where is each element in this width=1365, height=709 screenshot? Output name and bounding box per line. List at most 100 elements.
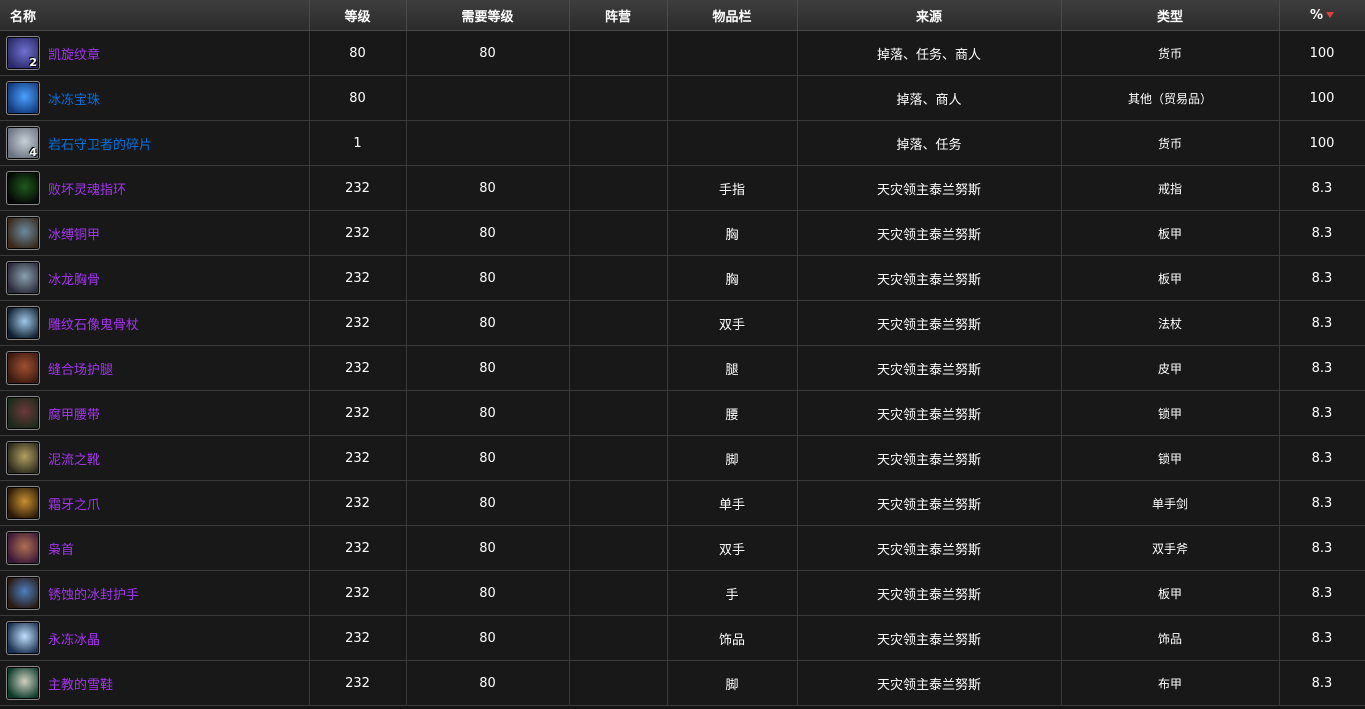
header-name[interactable]: 名称 xyxy=(0,0,310,31)
item-link[interactable]: 腐甲腰带 xyxy=(48,404,100,423)
name-wrap: 枭首 xyxy=(6,531,309,565)
item-link[interactable]: 冰缚铜甲 xyxy=(48,224,100,243)
table-row: 冰缚铜甲 232 80 胸天灾领主泰兰努斯 板甲 8.3 xyxy=(0,210,1365,256)
percent-cell: 8.3 xyxy=(1279,165,1365,211)
item-link[interactable]: 凯旋纹章 xyxy=(48,44,100,63)
source-cell: 天灾领主泰兰努斯 xyxy=(797,390,1062,436)
name-cell: 冰缚铜甲 xyxy=(0,210,310,256)
required-level-cell: 80 xyxy=(406,210,570,256)
side-cell xyxy=(569,75,668,121)
table-row: 永冻冰晶 232 80 饰品 天灾领主泰兰努斯 饰品 8.3 xyxy=(0,615,1365,661)
ring-icon[interactable] xyxy=(6,171,40,205)
item-link[interactable]: 泥流之靴 xyxy=(48,449,100,468)
item-link[interactable]: 冰冻宝珠 xyxy=(48,89,100,108)
table-row: 冰龙胸骨 232 80 胸天灾领主泰兰努斯 板甲 8.3 xyxy=(0,255,1365,301)
item-link[interactable]: 枭首 xyxy=(48,539,74,558)
stone-shard-icon[interactable]: 4 xyxy=(6,126,40,160)
type-cell: 单手剑 xyxy=(1061,480,1280,526)
header-slot[interactable]: 物品栏 xyxy=(667,0,798,31)
belt-icon[interactable] xyxy=(6,396,40,430)
slot-cell: 双手 xyxy=(667,300,798,346)
item-link[interactable]: 主教的雪鞋 xyxy=(48,674,113,693)
side-cell xyxy=(569,165,668,211)
name-cell: 腐甲腰带 xyxy=(0,390,310,436)
required-level-cell xyxy=(406,75,570,121)
item-link[interactable]: 败坏灵魂指环 xyxy=(48,179,126,198)
slot-cell: 双手 xyxy=(667,525,798,571)
slot-cell: 手 xyxy=(667,570,798,616)
table-row: 缝合场护腿 232 80 腿天灾领主泰兰努斯 皮甲 8.3 xyxy=(0,345,1365,391)
name-cell: 锈蚀的冰封护手 xyxy=(0,570,310,616)
side-cell xyxy=(569,30,668,76)
item-link[interactable]: 冰龙胸骨 xyxy=(48,269,100,288)
level-cell: 232 xyxy=(309,435,407,481)
percent-cell: 8.3 xyxy=(1279,255,1365,301)
source-cell: 天灾领主泰兰努斯 xyxy=(797,435,1062,481)
side-cell xyxy=(569,435,668,481)
frozen-orb-icon[interactable] xyxy=(6,81,40,115)
name-cell: 冰冻宝珠 xyxy=(0,75,310,121)
slot-cell: 胸 xyxy=(667,255,798,301)
slot-cell: 脚 xyxy=(667,660,798,706)
side-cell xyxy=(569,300,668,346)
boots-icon[interactable] xyxy=(6,441,40,475)
table-row: 雕纹石像鬼骨杖 232 80 双手 天灾领主泰兰努斯 法杖 8.3 xyxy=(0,300,1365,346)
required-level-cell: 80 xyxy=(406,165,570,211)
table-row: 主教的雪鞋 232 80 脚天灾领主泰兰努斯 布甲 8.3 xyxy=(0,660,1365,706)
item-link[interactable]: 永冻冰晶 xyxy=(48,629,100,648)
source-cell: 天灾领主泰兰努斯 xyxy=(797,165,1062,211)
side-cell xyxy=(569,480,668,526)
item-link[interactable]: 锈蚀的冰封护手 xyxy=(48,584,139,603)
name-wrap: 冰冻宝珠 xyxy=(6,81,309,115)
item-link[interactable]: 岩石守卫者的碎片 xyxy=(48,134,152,153)
percent-cell: 8.3 xyxy=(1279,660,1365,706)
leggings-icon[interactable] xyxy=(6,351,40,385)
header-required-level[interactable]: 需要等级 xyxy=(406,0,570,31)
header-source[interactable]: 来源 xyxy=(797,0,1062,31)
sword-icon[interactable] xyxy=(6,486,40,520)
chest-armor-icon[interactable] xyxy=(6,216,40,250)
name-cell: 雕纹石像鬼骨杖 xyxy=(0,300,310,346)
source-cell: 天灾领主泰兰努斯 xyxy=(797,615,1062,661)
staff-icon[interactable] xyxy=(6,306,40,340)
source-cell: 天灾领主泰兰努斯 xyxy=(797,210,1062,256)
header-percent[interactable]: % xyxy=(1279,0,1365,31)
slot-cell: 脚 xyxy=(667,435,798,481)
required-level-cell: 80 xyxy=(406,390,570,436)
header-side[interactable]: 阵营 xyxy=(569,0,668,31)
axe-icon[interactable] xyxy=(6,531,40,565)
level-cell: 232 xyxy=(309,300,407,346)
level-cell: 232 xyxy=(309,390,407,436)
type-cell: 皮甲 xyxy=(1061,345,1280,391)
header-type[interactable]: 类型 xyxy=(1061,0,1280,31)
ice-crystal-icon[interactable] xyxy=(6,621,40,655)
item-link[interactable]: 缝合场护腿 xyxy=(48,359,113,378)
emblem-icon[interactable]: 2 xyxy=(6,36,40,70)
slot-cell: 腰 xyxy=(667,390,798,436)
name-wrap: 4 岩石守卫者的碎片 xyxy=(6,126,309,160)
item-link[interactable]: 雕纹石像鬼骨杖 xyxy=(48,314,139,333)
percent-cell: 100 xyxy=(1279,30,1365,76)
percent-cell: 8.3 xyxy=(1279,615,1365,661)
required-level-cell: 80 xyxy=(406,525,570,571)
breastplate-icon[interactable] xyxy=(6,261,40,295)
side-cell xyxy=(569,120,668,166)
table-row: 冰冻宝珠 80 掉落、商人 其他（贸易品） 100 xyxy=(0,75,1365,121)
percent-cell: 8.3 xyxy=(1279,210,1365,256)
name-wrap: 雕纹石像鬼骨杖 xyxy=(6,306,309,340)
sort-desc-icon[interactable] xyxy=(1326,12,1335,18)
gauntlets-icon[interactable] xyxy=(6,576,40,610)
name-wrap: 冰缚铜甲 xyxy=(6,216,309,250)
table-row: 4 岩石守卫者的碎片 1 掉落、任务 货币 100 xyxy=(0,120,1365,166)
item-table: 名称 等级 需要等级 阵营 物品栏 来源 类型 % 2 凯旋纹章 80 80 掉落、任务… xyxy=(0,0,1365,706)
name-wrap: 败坏灵魂指环 xyxy=(6,171,309,205)
cloth-boots-icon[interactable] xyxy=(6,666,40,700)
stack-count: 4 xyxy=(29,146,37,159)
item-link[interactable]: 霜牙之爪 xyxy=(48,494,100,513)
slot-cell xyxy=(667,30,798,76)
type-cell: 板甲 xyxy=(1061,255,1280,301)
level-cell: 80 xyxy=(309,30,407,76)
type-cell: 戒指 xyxy=(1061,165,1280,211)
required-level-cell: 80 xyxy=(406,255,570,301)
header-level[interactable]: 等级 xyxy=(309,0,407,31)
